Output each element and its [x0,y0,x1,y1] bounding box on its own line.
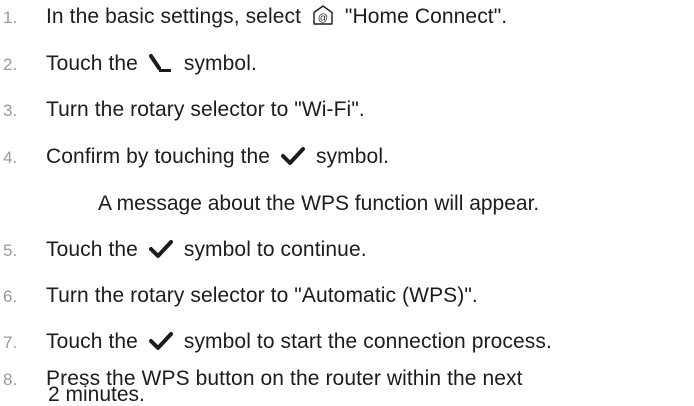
settings-symbol-icon [148,53,173,80]
step-text-before: Touch the [46,330,138,353]
step-text-after: symbol. [315,145,390,168]
step-7: 7. Touch the symbol to start the connect… [0,328,552,358]
svg-text:@: @ [318,13,328,24]
step-5: 5. Touch the symbol to continue. [0,236,367,266]
step-text-before: Touch the [46,52,138,75]
instruction-steps: 1. In the basic settings, select @ "Home… [0,0,694,405]
step-text-before: In the basic settings, select [46,5,302,28]
step-text-after: "Home Connect". [344,5,508,28]
step-4: 4. Confirm by touching the symbol. [0,143,389,173]
step-text: Touch the symbol. [24,50,257,80]
step-number: 4. [3,148,18,167]
step-text: Touch the symbol to start the connection… [24,328,552,358]
step-number: 8. [3,370,18,389]
step-number: 1. [3,8,18,27]
step-text-after: symbol. [183,52,257,75]
step-text: Turn the rotary selector to "Automatic (… [46,284,478,307]
step-text-before: Confirm by touching the [46,145,271,168]
step-text-before: Touch the [46,238,138,261]
step-number: 7. [3,333,18,352]
step-6: 6. Turn the rotary selector to "Automati… [0,282,478,310]
check-icon [148,239,173,266]
step-8-continuation: 2 minutes. [48,383,145,406]
step-number: 3. [3,101,18,120]
step-1: 1. In the basic settings, select @ "Home… [0,3,507,33]
step-text: In the basic settings, select @ "Home Co… [24,3,507,33]
step-number: 2. [3,55,18,74]
step-3: 3. Turn the rotary selector to "Wi-Fi". [0,96,365,124]
check-icon [281,146,306,173]
step-number: 5. [3,241,18,260]
step-text-after: symbol to start the connection process. [183,330,552,353]
check-icon [148,331,173,358]
step-2: 2. Touch the symbol. [0,50,257,80]
step-text-after: symbol to continue. [183,238,367,261]
step-text: Turn the rotary selector to "Wi-Fi". [46,98,365,121]
step-text: Touch the symbol to continue. [24,236,367,266]
step-text: Confirm by touching the symbol. [24,143,389,173]
step-number: 6. [3,287,18,306]
step-4-result-note: A message about the WPS function will ap… [98,192,540,215]
home-connect-icon: @ [312,4,334,33]
